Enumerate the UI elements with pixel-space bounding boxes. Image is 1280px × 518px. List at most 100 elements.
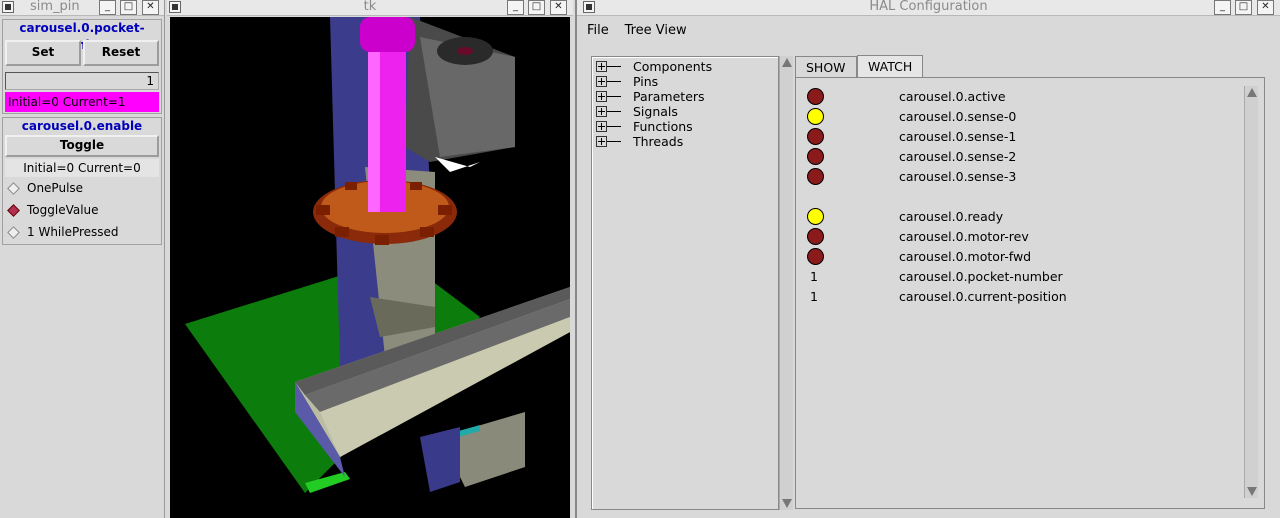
radio-onepulse[interactable]: OnePulse xyxy=(7,178,83,198)
pin-name-label: carousel.0.enable xyxy=(21,119,143,133)
close-icon[interactable]: ✕ xyxy=(550,0,567,15)
tree-item-parameters[interactable]: Parameters xyxy=(596,89,705,104)
sim-pin-titlebar: sim_pin _ □ ✕ xyxy=(0,0,164,16)
led-indicator xyxy=(807,88,824,105)
enable-status-label: Initial=0 Current=0 xyxy=(5,159,159,177)
set-button[interactable]: Set xyxy=(5,40,81,66)
window-menu-icon[interactable] xyxy=(2,1,14,13)
maximize-icon[interactable]: □ xyxy=(1235,0,1252,15)
maximize-icon[interactable]: □ xyxy=(528,0,545,15)
menu-tree-view[interactable]: Tree View xyxy=(619,19,693,43)
tree-item-threads[interactable]: Threads xyxy=(596,134,683,149)
pin-value: 1 xyxy=(810,269,818,284)
led-indicator xyxy=(807,108,824,125)
pin-name: carousel.0.sense-2 xyxy=(899,149,1017,164)
maximize-icon[interactable]: □ xyxy=(120,0,137,15)
tab-watch[interactable]: WATCH xyxy=(857,55,924,78)
sim-pin-window: sim_pin _ □ ✕ carousel.0.pocket-number S… xyxy=(0,0,165,518)
minimize-icon[interactable]: _ xyxy=(507,0,524,15)
pin-name: carousel.0.pocket-number xyxy=(899,269,1063,284)
toggle-button[interactable]: Toggle xyxy=(5,135,159,157)
minimize-icon[interactable]: _ xyxy=(1214,0,1231,15)
tree-item-signals[interactable]: Signals xyxy=(596,104,678,119)
expand-icon[interactable] xyxy=(596,76,621,87)
expand-icon[interactable] xyxy=(596,136,621,147)
watch-row: carousel.0.sense-3 xyxy=(796,167,1236,187)
hal-configuration-window: HAL Configuration _ □ ✕ File Tree View C… xyxy=(575,0,1280,518)
watch-scrollbar[interactable] xyxy=(1244,86,1258,498)
close-icon[interactable]: ✕ xyxy=(142,0,159,15)
tab-show[interactable]: SHOW xyxy=(795,56,857,78)
pin-name: carousel.0.ready xyxy=(899,209,1004,224)
tree-label: Functions xyxy=(633,119,693,134)
watch-row: carousel.0.ready xyxy=(796,207,1236,227)
radio-indicator-icon xyxy=(7,226,20,239)
pocket-number-entry[interactable]: 1 xyxy=(5,72,159,90)
knee xyxy=(420,427,460,492)
pin-name: carousel.0.motor-fwd xyxy=(899,249,1032,264)
expand-icon[interactable] xyxy=(596,121,621,132)
radio-label: ToggleValue xyxy=(27,203,99,217)
tree-label: Threads xyxy=(633,134,684,149)
spindle-collar xyxy=(360,17,415,52)
minimize-icon[interactable]: _ xyxy=(99,0,116,15)
pin-name: carousel.0.current-position xyxy=(899,289,1067,304)
enable-panel: carousel.0.enable Toggle Initial=0 Curre… xyxy=(2,117,162,245)
radio-togglevalue[interactable]: ToggleValue xyxy=(7,200,99,220)
radio-whilepressed[interactable]: 1 WhilePressed xyxy=(7,222,119,242)
tk-window: tk _ □ ✕ xyxy=(167,0,573,518)
led-indicator xyxy=(807,148,824,165)
led-indicator xyxy=(807,228,824,245)
pin-name-label: carousel.0.pocket-number xyxy=(19,21,145,52)
watch-row: carousel.0.sense-1 xyxy=(796,127,1236,147)
radio-label: 1 WhilePressed xyxy=(27,225,119,239)
led-indicator xyxy=(807,128,824,145)
menu-file[interactable]: File xyxy=(581,19,615,43)
expand-icon[interactable] xyxy=(596,106,621,117)
watch-row: carousel.0.motor-rev xyxy=(796,227,1236,247)
watch-row: carousel.0.active xyxy=(796,87,1236,107)
close-icon[interactable]: ✕ xyxy=(1257,0,1274,15)
tree-scrollbar[interactable] xyxy=(779,56,793,510)
watch-row: 1 carousel.0.current-position xyxy=(796,287,1236,307)
scroll-down-icon[interactable] xyxy=(782,499,792,508)
led-indicator xyxy=(807,208,824,225)
radio-indicator-icon xyxy=(7,182,20,195)
menu-bar: File Tree View xyxy=(577,18,1280,42)
expand-icon[interactable] xyxy=(596,91,621,102)
watch-panel: carousel.0.active carousel.0.sense-0 car… xyxy=(795,77,1265,509)
tree-item-functions[interactable]: Functions xyxy=(596,119,693,134)
led-indicator xyxy=(807,248,824,265)
pocket-status-label: Initial=0 Current=1 xyxy=(5,92,159,112)
window-title: HAL Configuration xyxy=(869,0,988,14)
head-highlight xyxy=(435,157,480,172)
3d-machine-view[interactable] xyxy=(170,17,570,518)
pocket-number-panel: carousel.0.pocket-number Set Reset 1 Ini… xyxy=(2,19,162,114)
tree-label: Pins xyxy=(633,74,659,89)
reset-button[interactable]: Reset xyxy=(83,40,159,66)
scroll-up-icon[interactable] xyxy=(782,58,792,67)
tree-item-pins[interactable]: Pins xyxy=(596,74,658,89)
hal-titlebar: HAL Configuration _ □ ✕ xyxy=(577,0,1280,16)
tk-titlebar: tk _ □ ✕ xyxy=(167,0,573,16)
watch-row: carousel.0.sense-0 xyxy=(796,107,1236,127)
watch-row: 1 carousel.0.pocket-number xyxy=(796,267,1236,287)
pin-name: carousel.0.sense-0 xyxy=(899,109,1017,124)
pin-name: carousel.0.motor-rev xyxy=(899,229,1029,244)
led-indicator xyxy=(807,168,824,185)
pin-name: carousel.0.active xyxy=(899,89,1006,104)
tree-label: Parameters xyxy=(633,89,705,104)
pin-name: carousel.0.sense-1 xyxy=(899,129,1017,144)
spindle-highlight xyxy=(368,52,380,212)
watch-row: carousel.0.sense-2 xyxy=(796,147,1236,167)
tree-panel: Components Pins Parameters Signals Funct… xyxy=(591,56,779,510)
expand-icon[interactable] xyxy=(596,61,621,72)
mill-carousel-render xyxy=(185,17,570,493)
watch-row: carousel.0.motor-fwd xyxy=(796,247,1236,267)
tree-item-components[interactable]: Components xyxy=(596,59,712,74)
scroll-down-icon[interactable] xyxy=(1247,487,1257,496)
head-hole xyxy=(457,47,473,55)
tree-label: Signals xyxy=(633,104,678,119)
radio-indicator-icon xyxy=(7,204,20,217)
scroll-up-icon[interactable] xyxy=(1247,88,1257,97)
